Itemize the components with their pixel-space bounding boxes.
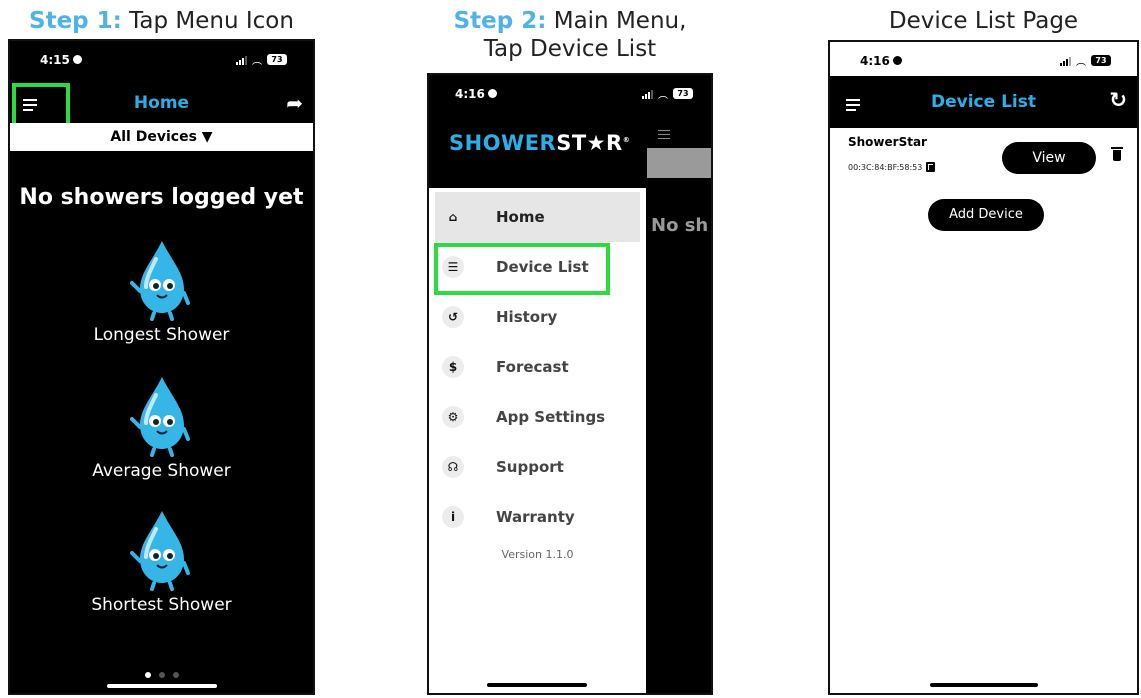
wifi-icon: ︵ — [1076, 57, 1086, 68]
water-drop-mascot-icon — [129, 241, 190, 321]
stat-longest: Longest Shower — [10, 237, 313, 345]
step2-text-line2: Tap Device List — [483, 36, 657, 62]
step3-caption: Device List Page — [828, 7, 1139, 35]
step1-text: Tap Menu Icon — [121, 8, 294, 34]
stat-shortest: Shortest Shower — [10, 507, 313, 615]
menu-item-forecast[interactable]: $ Forecast — [429, 342, 646, 392]
stat-label: Longest Shower — [93, 325, 230, 345]
focus-moon-icon — [487, 89, 497, 98]
battery-icon: 73 — [673, 88, 693, 99]
headset-icon: ☊ — [442, 456, 464, 478]
step2-caption: Step 2: Main Menu, Tap Device List — [420, 7, 720, 63]
stat-label: Average Shower — [92, 461, 231, 481]
home-indicator[interactable] — [929, 683, 1038, 687]
signal-icon — [1060, 56, 1071, 66]
home-icon: ⌂ — [448, 210, 458, 224]
focus-moon-icon — [72, 55, 82, 64]
gear-icon: ⚙ — [442, 406, 464, 428]
filter-label: All Devices — [110, 129, 197, 145]
status-bar: 4:16 ︵ 73 — [830, 42, 1137, 76]
menu-item-support[interactable]: ☊ Support — [429, 442, 646, 492]
device-filter[interactable]: All Devices ▼ — [10, 123, 313, 151]
view-device-button[interactable]: View — [1002, 142, 1096, 174]
status-bar: 4:15 ︵ 73 — [10, 41, 313, 75]
filter-funnel-icon: ▼ — [201, 129, 213, 145]
step3-text: Device List Page — [888, 8, 1079, 34]
status-time: 4:15 — [40, 53, 70, 67]
menu-item-label: Warranty — [496, 508, 575, 526]
trash-icon[interactable] — [1111, 147, 1123, 163]
page-title: Home — [133, 93, 190, 113]
device-list-highlight — [434, 243, 610, 295]
background-filter-bar — [647, 148, 711, 178]
dollar-icon: $ — [442, 356, 464, 378]
menu-item-history[interactable]: ↺ History — [429, 292, 646, 342]
step2-text: Main Menu, — [546, 8, 687, 34]
water-drop-mascot-icon — [129, 511, 190, 591]
menu-item-label: Forecast — [496, 358, 569, 376]
status-bar: 4:16 ︵ 73 — [429, 75, 711, 109]
phone-device-list: 4:16 ︵ 73 Device List ↻ ShowerStar 00:3C… — [828, 40, 1139, 695]
menu-item-label: Home — [496, 208, 545, 226]
copy-icon[interactable] — [926, 162, 936, 172]
signal-icon — [236, 55, 247, 65]
page-title: Device List — [931, 92, 1036, 112]
device-name: ShowerStar — [848, 135, 927, 149]
water-drop-mascot-icon — [129, 377, 190, 457]
status-time: 4:16 — [860, 54, 890, 68]
page-indicator[interactable] — [10, 663, 313, 682]
focus-moon-icon — [892, 56, 902, 65]
info-icon: i — [442, 506, 464, 528]
battery-icon: 73 — [267, 54, 287, 65]
phone-main-menu: No sh SHOWERST★R® ⌂ Home ☰ Device List ↺… — [427, 73, 713, 695]
home-indicator[interactable] — [106, 684, 217, 688]
phone-home-screen: 4:15 ︵ 73 Home ➦ All Devices ▼ No shower… — [8, 39, 315, 695]
app-version: Version 1.1.0 — [501, 548, 574, 561]
stat-average: Average Shower — [10, 373, 313, 481]
status-time: 4:16 — [455, 87, 485, 101]
navigation-drawer: SHOWERST★R® ⌂ Home ☰ Device List ↺ Histo… — [429, 75, 646, 693]
home-indicator[interactable] — [487, 683, 587, 687]
step1-caption: Step 1: Tap Menu Icon — [8, 7, 315, 35]
menu-item-warranty[interactable]: i Warranty — [429, 492, 646, 542]
wifi-icon: ︵ — [658, 90, 668, 101]
step2-prefix: Step 2: — [453, 8, 547, 34]
menu-item-home[interactable]: ⌂ Home — [435, 192, 640, 242]
wifi-icon: ︵ — [252, 56, 262, 67]
add-device-button[interactable]: Add Device — [928, 199, 1044, 231]
stat-label: Shortest Shower — [91, 595, 232, 615]
battery-icon: 73 — [1091, 55, 1111, 66]
empty-message: No showers logged yet — [19, 185, 304, 210]
history-icon: ↺ — [442, 306, 464, 328]
device-mac: 00:3C:84:BF:58:53 — [848, 162, 936, 172]
showerstar-logo: SHOWERST★R® — [449, 131, 631, 155]
menu-item-label: Support — [496, 458, 564, 476]
app-header: Device List ↻ — [830, 76, 1137, 128]
menu-item-app-settings[interactable]: ⚙ App Settings — [429, 392, 646, 442]
signal-icon — [642, 89, 653, 99]
refresh-icon[interactable]: ↻ — [1109, 88, 1127, 112]
hamburger-icon — [658, 130, 670, 142]
background-empty-message: No sh — [651, 215, 709, 236]
menu-item-label: App Settings — [496, 408, 606, 426]
menu-item-label: History — [496, 308, 558, 326]
step1-prefix: Step 1: — [29, 8, 122, 34]
share-arrow-icon[interactable]: ➦ — [286, 91, 303, 115]
